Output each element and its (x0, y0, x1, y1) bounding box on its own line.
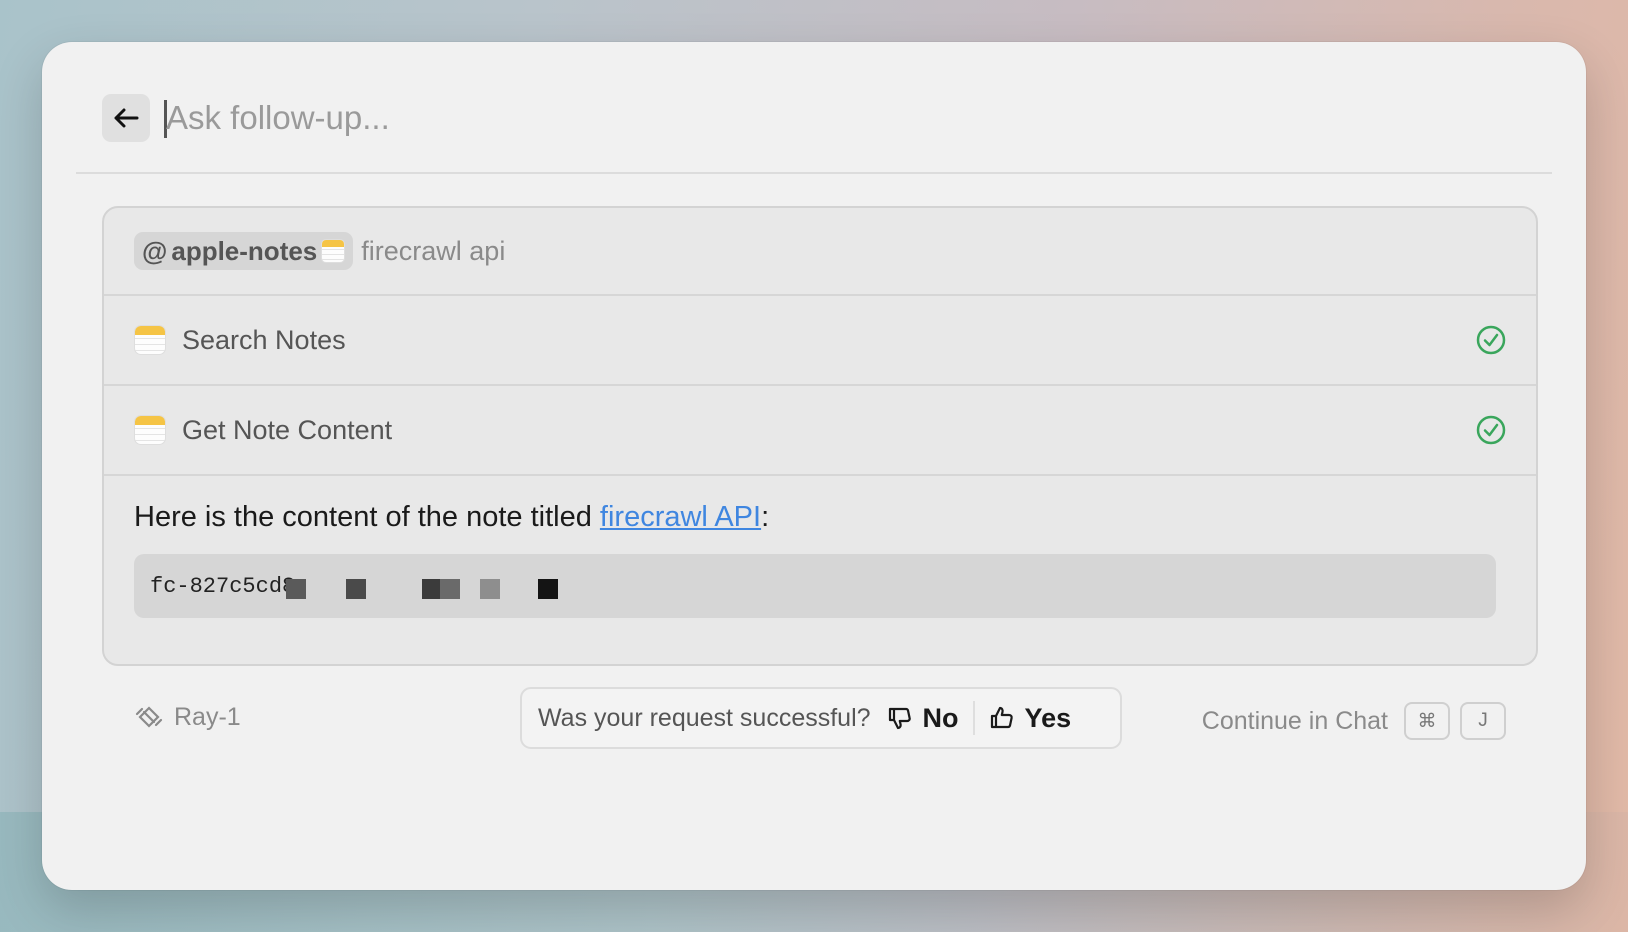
continue-in-chat[interactable]: Continue in Chat ⌘ J (1202, 702, 1506, 740)
apple-notes-icon (321, 239, 346, 263)
apple-notes-icon (134, 415, 166, 445)
redaction-block (346, 579, 366, 599)
tool-label: Get Note Content (182, 414, 393, 445)
at-symbol: @ (142, 235, 168, 266)
note-link[interactable]: firecrawl API (600, 501, 761, 533)
feedback-yes-button[interactable]: Yes (989, 702, 1072, 734)
model-indicator: Ray-1 (134, 702, 241, 732)
redaction-block (538, 579, 558, 599)
redaction-block (422, 579, 442, 599)
tool-call-get-note-content[interactable]: Get Note Content (104, 386, 1536, 476)
mention-label: apple-notes (171, 235, 318, 266)
user-query: @ apple-notes firecrawl api (104, 208, 1536, 296)
back-button[interactable] (102, 94, 150, 142)
apple-notes-icon (134, 325, 166, 355)
header-divider (76, 172, 1552, 174)
model-name: Ray-1 (174, 702, 241, 731)
yes-label: Yes (1024, 702, 1072, 733)
tool-label: Search Notes (182, 324, 346, 355)
tool-call-search-notes[interactable]: Search Notes (104, 296, 1536, 386)
response-card: @ apple-notes firecrawl api Search Notes… (102, 206, 1538, 666)
assistant-answer: Here is the content of the note titled f… (104, 476, 1536, 618)
api-key-text: fc-827c5cd8 (150, 573, 296, 599)
check-circle-icon (1476, 415, 1506, 445)
thumbs-down-icon (888, 707, 911, 730)
feedback-bar: Was your request successful? No Yes (520, 687, 1122, 749)
arrow-left-icon (114, 108, 139, 128)
mention-chip[interactable]: @ apple-notes (134, 232, 354, 270)
feedback-separator (972, 701, 975, 735)
query-text: firecrawl api (361, 235, 506, 266)
answer-suffix: : (761, 501, 770, 533)
feedback-question: Was your request successful? (538, 703, 871, 732)
ray-model-icon (135, 706, 163, 728)
continue-label: Continue in Chat (1201, 706, 1388, 735)
command-key: ⌘ (1404, 702, 1450, 740)
redaction-block (286, 579, 306, 599)
feedback-no-button[interactable]: No (887, 703, 959, 734)
ask-follow-up-input[interactable] (166, 94, 1466, 142)
no-label: No (922, 702, 959, 733)
answer-text: Here is the content of the note titled f… (134, 498, 1506, 536)
redaction-block (440, 579, 460, 599)
thumbs-up-icon (990, 706, 1013, 729)
check-circle-icon (1476, 325, 1506, 355)
j-key: J (1460, 702, 1506, 740)
ai-chat-window: @ apple-notes firecrawl api Search Notes… (42, 42, 1586, 890)
answer-prefix: Here is the content of the note titled (134, 501, 600, 533)
redaction-block (480, 579, 500, 599)
code-block: fc-827c5cd8 (134, 554, 1496, 618)
